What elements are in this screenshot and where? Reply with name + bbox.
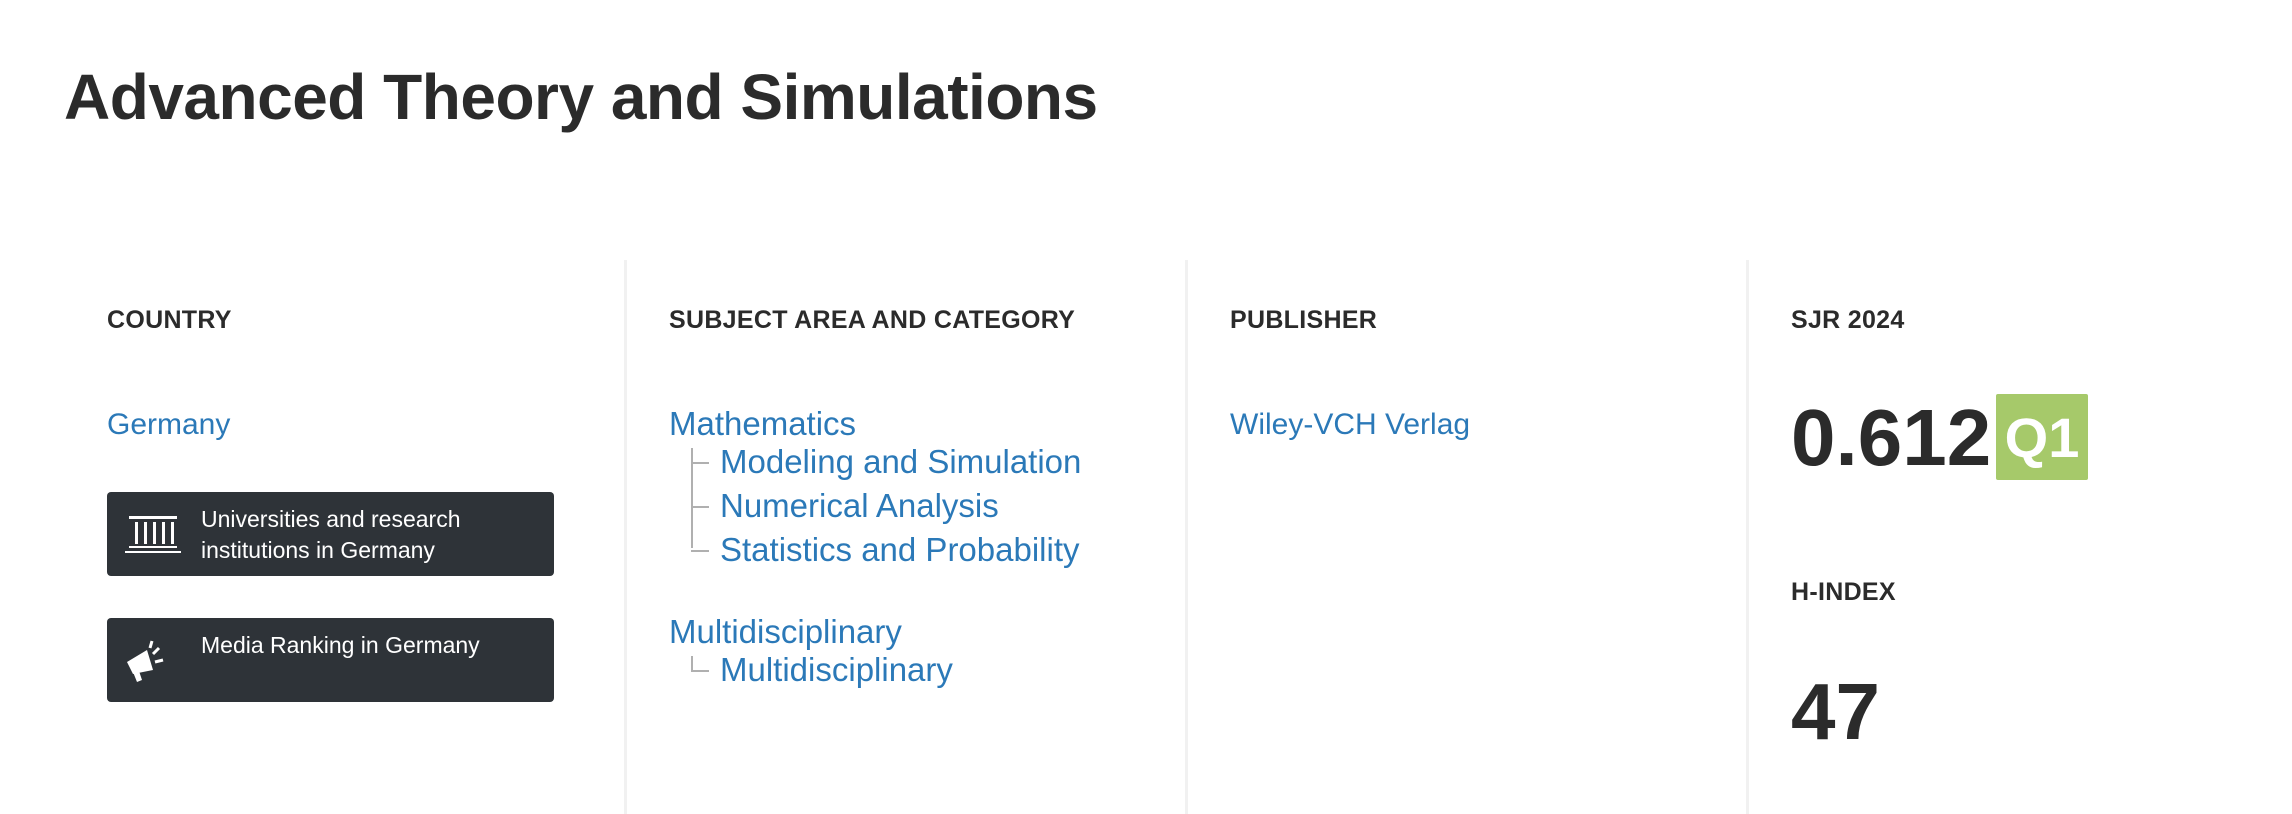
category-link[interactable]: Modeling and Simulation bbox=[720, 442, 1081, 482]
subject-heading: SUBJECT AREA AND CATEGORY bbox=[669, 306, 1076, 334]
category-link[interactable]: Numerical Analysis bbox=[720, 486, 999, 526]
universities-button[interactable]: Universities and research institutions i… bbox=[107, 492, 554, 576]
megaphone-icon bbox=[123, 640, 183, 682]
subject-area-link[interactable]: Multidisciplinary bbox=[669, 612, 902, 652]
country-link[interactable]: Germany bbox=[107, 408, 230, 442]
sjr-value: 0.612 bbox=[1791, 393, 1992, 482]
media-ranking-button[interactable]: Media Ranking in Germany bbox=[107, 618, 554, 702]
page-title: Advanced Theory and Simulations bbox=[64, 61, 1098, 133]
sjr-heading: SJR 2024 bbox=[1791, 306, 1905, 334]
tree-connector bbox=[691, 550, 709, 552]
subject-section: SUBJECT AREA AND CATEGORY Mathematics Mo… bbox=[624, 260, 1184, 814]
category-link[interactable]: Multidisciplinary bbox=[720, 650, 953, 690]
publisher-link[interactable]: Wiley-VCH Verlag bbox=[1230, 408, 1470, 442]
media-ranking-label: Media Ranking in Germany bbox=[201, 632, 480, 658]
tree-connector bbox=[691, 670, 709, 672]
universities-label: Universities and research institutions i… bbox=[201, 506, 461, 563]
publisher-heading: PUBLISHER bbox=[1230, 306, 1378, 334]
hindex-value: 47 bbox=[1791, 667, 1880, 756]
country-heading: COUNTRY bbox=[107, 306, 232, 334]
tree-connector bbox=[691, 506, 709, 508]
tree-connector bbox=[691, 462, 709, 464]
quartile-badge: Q1 bbox=[1996, 394, 2088, 480]
publisher-section: PUBLISHER Wiley-VCH Verlag bbox=[1185, 260, 1745, 814]
institution-icon bbox=[123, 514, 183, 556]
category-link[interactable]: Statistics and Probability bbox=[720, 530, 1080, 570]
country-section: COUNTRY Germany Universities and researc… bbox=[64, 260, 624, 814]
metrics-section: SJR 2024 0.612 Q1 H-INDEX 47 bbox=[1746, 260, 2292, 814]
subject-area-link[interactable]: Mathematics bbox=[669, 404, 856, 444]
hindex-heading: H-INDEX bbox=[1791, 578, 1896, 606]
